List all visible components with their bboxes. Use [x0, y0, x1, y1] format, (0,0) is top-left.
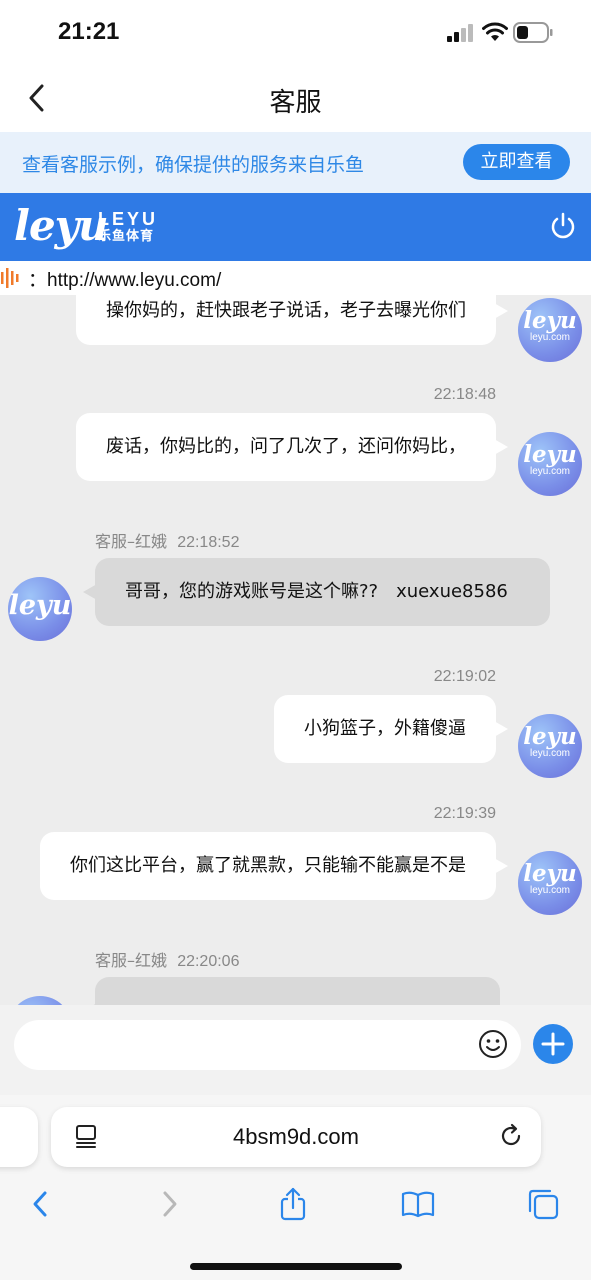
agent-name: 客服–红娥 — [95, 532, 168, 551]
address-text: 4bsm9d.com — [233, 1124, 359, 1149]
previous-tab-preview[interactable] — [0, 1107, 38, 1167]
page-title: 客服 — [269, 88, 322, 118]
nav-back-icon[interactable] — [24, 1187, 58, 1221]
emoji-icon[interactable] — [478, 1029, 508, 1059]
browser-toolbar: 4bsm9d.com — [0, 1095, 591, 1280]
audio-wave-icon — [1, 268, 19, 288]
avatar-logo: leyu — [523, 723, 577, 750]
promo-banner: 查看客服示例，确保提供的服务来自乐鱼 立即查看 — [0, 132, 591, 193]
status-time: 21:21 — [58, 18, 120, 45]
address-bar[interactable]: 4bsm9d.com — [51, 1107, 541, 1167]
brand-name-en: LEYU — [98, 209, 159, 229]
avatar-logo: leyu — [523, 441, 577, 468]
site-url-strip: ：http://www.leyu.com/ — [0, 261, 591, 295]
avatar: leyu leyu.com — [518, 432, 582, 496]
avatar-logo: leyu — [8, 590, 72, 621]
avatar: leyu leyu.com — [518, 851, 582, 915]
avatar: leyu leyu.com — [518, 298, 582, 362]
cellular-signal-icon — [447, 24, 473, 42]
brand-name-cn: 乐鱼体育 — [98, 228, 155, 243]
wifi-icon — [482, 22, 508, 41]
message-bubble-agent — [83, 977, 500, 1005]
message-timestamp: 22:20:06 — [177, 953, 240, 970]
brand-header: leyu LEYU 乐鱼体育 — [0, 193, 591, 261]
avatar-logo: leyu — [523, 860, 577, 887]
bookmarks-icon[interactable] — [401, 1187, 435, 1221]
site-url: ：http://www.leyu.com/ — [28, 270, 222, 291]
view-now-button[interactable]: 立即查看 — [463, 144, 570, 180]
nav-bar: 客服 — [0, 66, 591, 132]
agent-avatar: leyu — [8, 577, 72, 641]
brand-logo: leyu — [14, 201, 109, 250]
home-indicator — [190, 1263, 402, 1270]
chat-message-list[interactable]: 操你妈的，赶快跟老子说话，老子去曝光你们 leyu leyu.com 22:18… — [0, 295, 591, 1005]
message-timestamp: 22:18:52 — [177, 534, 240, 551]
message-input[interactable] — [14, 1020, 521, 1070]
reload-icon[interactable] — [498, 1123, 524, 1149]
tabs-icon[interactable] — [526, 1187, 560, 1221]
power-icon[interactable] — [548, 211, 578, 241]
message-bubble-me: 小狗篮子，外籍傻逼 — [274, 695, 508, 763]
avatar-logo: leyu — [523, 307, 577, 334]
message-timestamp: 22:19:39 — [433, 805, 496, 822]
message-bubble-me: 废话，你妈比的，问了几次了，还问你妈比， — [76, 413, 508, 481]
avatar: leyu leyu.com — [518, 714, 582, 778]
add-button[interactable] — [533, 1024, 573, 1064]
brand-name: LEYU 乐鱼体育 — [98, 210, 158, 244]
agent-sender-label: 客服–红娥 22:20:06 — [95, 947, 239, 971]
message-bubble-me: 你们这比平台，赢了就黑款，只能输不能赢是不是 — [40, 832, 508, 900]
status-bar: 21:21 — [0, 0, 591, 66]
message-timestamp: 22:18:48 — [433, 386, 496, 403]
promo-text: 查看客服示例，确保提供的服务来自乐鱼 — [22, 154, 365, 176]
agent-avatar: leyu — [8, 996, 72, 1005]
agent-name: 客服–红娥 — [95, 951, 168, 970]
agent-sender-label: 客服–红娥 22:18:52 — [95, 528, 239, 552]
battery-icon — [513, 22, 553, 43]
nav-forward-icon[interactable] — [152, 1187, 186, 1221]
plus-icon — [541, 1032, 565, 1056]
share-icon[interactable] — [276, 1187, 310, 1221]
message-timestamp: 22:19:02 — [433, 668, 496, 685]
message-bubble-me: 操你妈的，赶快跟老子说话，老子去曝光你们 — [76, 295, 508, 345]
message-bubble-agent: 哥哥，您的游戏账号是这个嘛?? xuexue8586 — [83, 558, 550, 626]
